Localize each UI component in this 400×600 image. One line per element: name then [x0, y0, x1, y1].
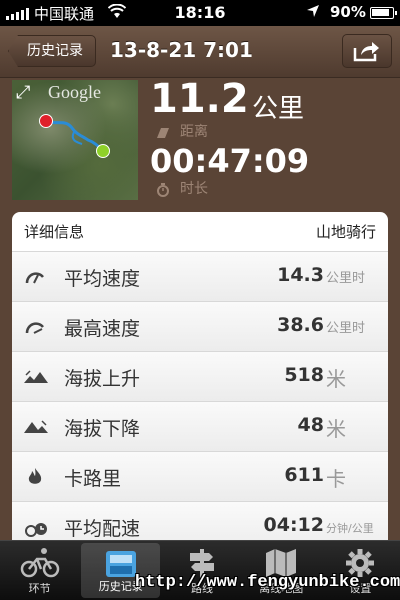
detail-row-avg-pace: 平均配速 04:12 分钟/公里 — [12, 502, 388, 542]
detail-row-calories: 卡路里 611 卡 — [12, 452, 388, 502]
elevation-loss-icon — [24, 417, 48, 437]
detail-row-elevation-loss: 海拔下降 48 米 — [12, 402, 388, 452]
detail-unit: 米 — [326, 367, 346, 391]
share-icon — [353, 42, 379, 62]
watermark-text: http://www.fengyunbike.com — [135, 573, 400, 592]
detail-row-max-speed: 最高速度 38.6 公里时 — [12, 302, 388, 352]
distance-label: 距离 — [180, 124, 208, 140]
location-arrow-icon — [306, 4, 320, 22]
detail-value: 14.3 — [277, 264, 324, 286]
detail-unit: 公里时 — [326, 271, 366, 286]
navigation-bar: 历史记录 13-8-21 7:01 — [0, 26, 400, 78]
tab-label: 环节 — [28, 582, 51, 595]
flame-icon — [24, 467, 46, 487]
battery-percentage: 90% — [330, 3, 366, 21]
route-map-thumbnail[interactable]: ⤢ Google — [12, 80, 138, 200]
start-marker — [39, 114, 53, 128]
elevation-gain-icon — [24, 367, 48, 387]
detail-label: 最高速度 — [64, 318, 141, 340]
pace-icon — [24, 517, 47, 537]
duration-value: 00:47:09 — [150, 142, 310, 180]
speedometer-icon — [24, 267, 46, 287]
details-header: 详细信息 山地骑行 — [12, 212, 388, 252]
status-bar: 中国联通 18:16 90% — [0, 0, 400, 26]
details-title: 详细信息 — [24, 223, 85, 241]
detail-value: 48 — [297, 414, 324, 436]
cyclist-icon — [20, 547, 60, 582]
share-button[interactable] — [342, 34, 392, 68]
detail-unit: 卡 — [326, 467, 346, 491]
back-button[interactable]: 历史记录 — [8, 35, 96, 67]
activity-type[interactable]: 山地骑行 — [316, 221, 376, 242]
detail-row-elevation-gain: 海拔上升 518 米 — [12, 352, 388, 402]
detail-value: 04:12 — [263, 514, 324, 536]
page-title: 13-8-21 7:01 — [110, 38, 253, 62]
distance-unit: 公里 — [252, 94, 305, 124]
distance-value: 11.2 — [150, 76, 249, 122]
detail-unit: 米 — [326, 417, 346, 441]
details-card: 详细信息 山地骑行 平均速度 14.3 公里时 最高速度 38.6 公里时 海拔… — [12, 212, 388, 542]
detail-label: 卡路里 — [64, 468, 122, 490]
route-track — [47, 120, 104, 152]
detail-label: 海拔下降 — [64, 418, 141, 440]
max-speed-icon — [24, 317, 46, 337]
detail-value: 38.6 — [277, 314, 324, 336]
detail-unit: 分钟/公里 — [326, 522, 374, 535]
stopwatch-icon — [156, 182, 170, 201]
duration-label: 时长 — [180, 181, 208, 197]
detail-unit: 公里时 — [326, 321, 366, 336]
distance-icon — [156, 124, 170, 143]
detail-value: 518 — [284, 364, 324, 386]
detail-row-avg-speed: 平均速度 14.3 公里时 — [12, 252, 388, 302]
detail-label: 平均速度 — [64, 268, 141, 290]
end-marker — [96, 144, 110, 158]
battery-icon — [370, 7, 397, 19]
detail-value: 611 — [284, 464, 324, 486]
detail-label: 海拔上升 — [64, 368, 141, 390]
detail-label: 平均配速 — [64, 518, 141, 540]
tab-ride[interactable]: 环节 — [0, 541, 79, 600]
